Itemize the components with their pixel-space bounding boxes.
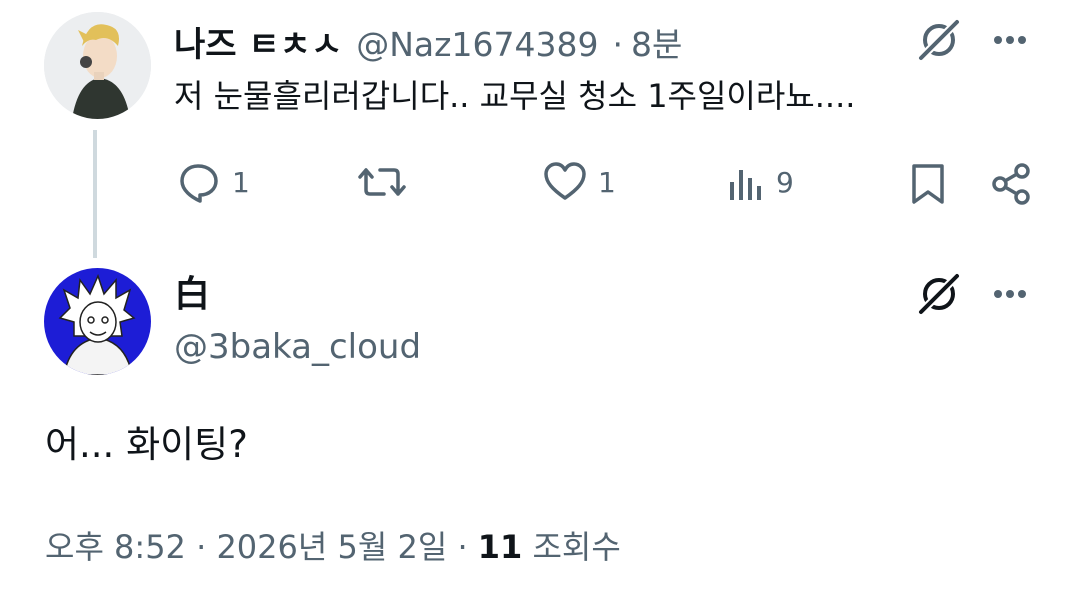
more-icon[interactable] [990, 282, 1030, 306]
like-count: 1 [598, 165, 616, 199]
views-icon [730, 170, 761, 200]
more-icon[interactable] [990, 28, 1030, 52]
share-icon [992, 163, 1030, 205]
views-button[interactable]: 9 [726, 160, 794, 204]
retweet-icon [358, 168, 406, 196]
separator: · [612, 25, 623, 64]
share-button[interactable] [990, 162, 1034, 206]
view-count: 9 [776, 165, 794, 199]
grok-icon[interactable] [915, 272, 963, 316]
retweet-button[interactable] [356, 160, 418, 204]
tweet-header: 나즈 ㅌㅊㅅ @Naz1674389 · 8분 [174, 18, 682, 66]
user-handle[interactable]: @3baka_cloud [174, 326, 421, 368]
tweet-text: 어... 화이팅? [45, 423, 248, 466]
views-count: 11 [477, 528, 523, 566]
date[interactable]: 2026년 5월 2일 [216, 528, 447, 566]
avatar[interactable] [44, 268, 151, 375]
display-name[interactable]: 나즈 ㅌㅊㅅ [174, 25, 342, 65]
timestamp[interactable]: 8분 [631, 18, 682, 66]
reply-icon [180, 164, 218, 203]
tweet-meta: 오후 8:52 · 2026년 5월 2일 · 11 조회수 [45, 525, 621, 569]
views-label: 조회수 [532, 528, 621, 566]
separator: · [196, 528, 207, 566]
tweet-text: 저 눈물흘리러갑니다.. 교무실 청소 1주일이라뇨.... [174, 77, 856, 115]
grok-icon[interactable] [915, 18, 963, 62]
reply-count: 1 [232, 165, 250, 199]
bookmark-button[interactable] [908, 162, 948, 206]
separator: · [457, 528, 468, 566]
reply-button[interactable]: 1 [176, 160, 250, 204]
bookmark-icon [912, 164, 944, 204]
like-icon [544, 162, 586, 200]
like-button[interactable]: 1 [542, 160, 616, 204]
display-name[interactable]: 白 [174, 274, 210, 316]
avatar[interactable] [44, 12, 151, 119]
thread-line [93, 130, 97, 258]
timestamp[interactable]: 오후 8:52 [45, 528, 186, 566]
user-handle[interactable]: @Naz1674389 [356, 25, 598, 64]
